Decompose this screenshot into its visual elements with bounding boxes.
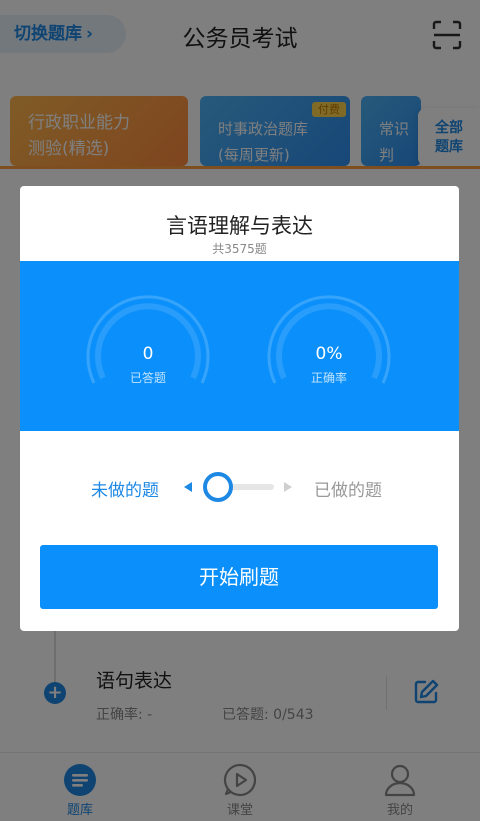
arrow-right-icon (284, 482, 292, 492)
practice-dialog: 言语理解与表达 共3575题 0 已答题 0% 正确率 未做的题 已做的题 开始… (20, 186, 459, 631)
mode-slider-knob[interactable] (203, 472, 233, 502)
mode-done-label[interactable]: 已做的题 (314, 476, 382, 501)
mode-toggle-row: 未做的题 已做的题 (20, 472, 459, 504)
answered-label: 已答题 (129, 371, 166, 385)
dialog-title: 言语理解与表达 (166, 214, 313, 238)
answered-stat: 0 已答题 (81, 293, 215, 413)
accuracy-value: 0% (315, 344, 343, 364)
mode-undone-label[interactable]: 未做的题 (91, 476, 159, 501)
start-practice-button[interactable]: 开始刷题 (40, 545, 438, 609)
accuracy-stat: 0% 正确率 (262, 293, 396, 413)
answered-value: 0 (142, 344, 154, 364)
stats-panel: 0 已答题 0% 正确率 (20, 261, 459, 431)
dialog-subtitle: 共3575题 (212, 242, 267, 256)
arrow-left-icon (184, 482, 192, 492)
accuracy-label: 正确率 (310, 371, 347, 385)
